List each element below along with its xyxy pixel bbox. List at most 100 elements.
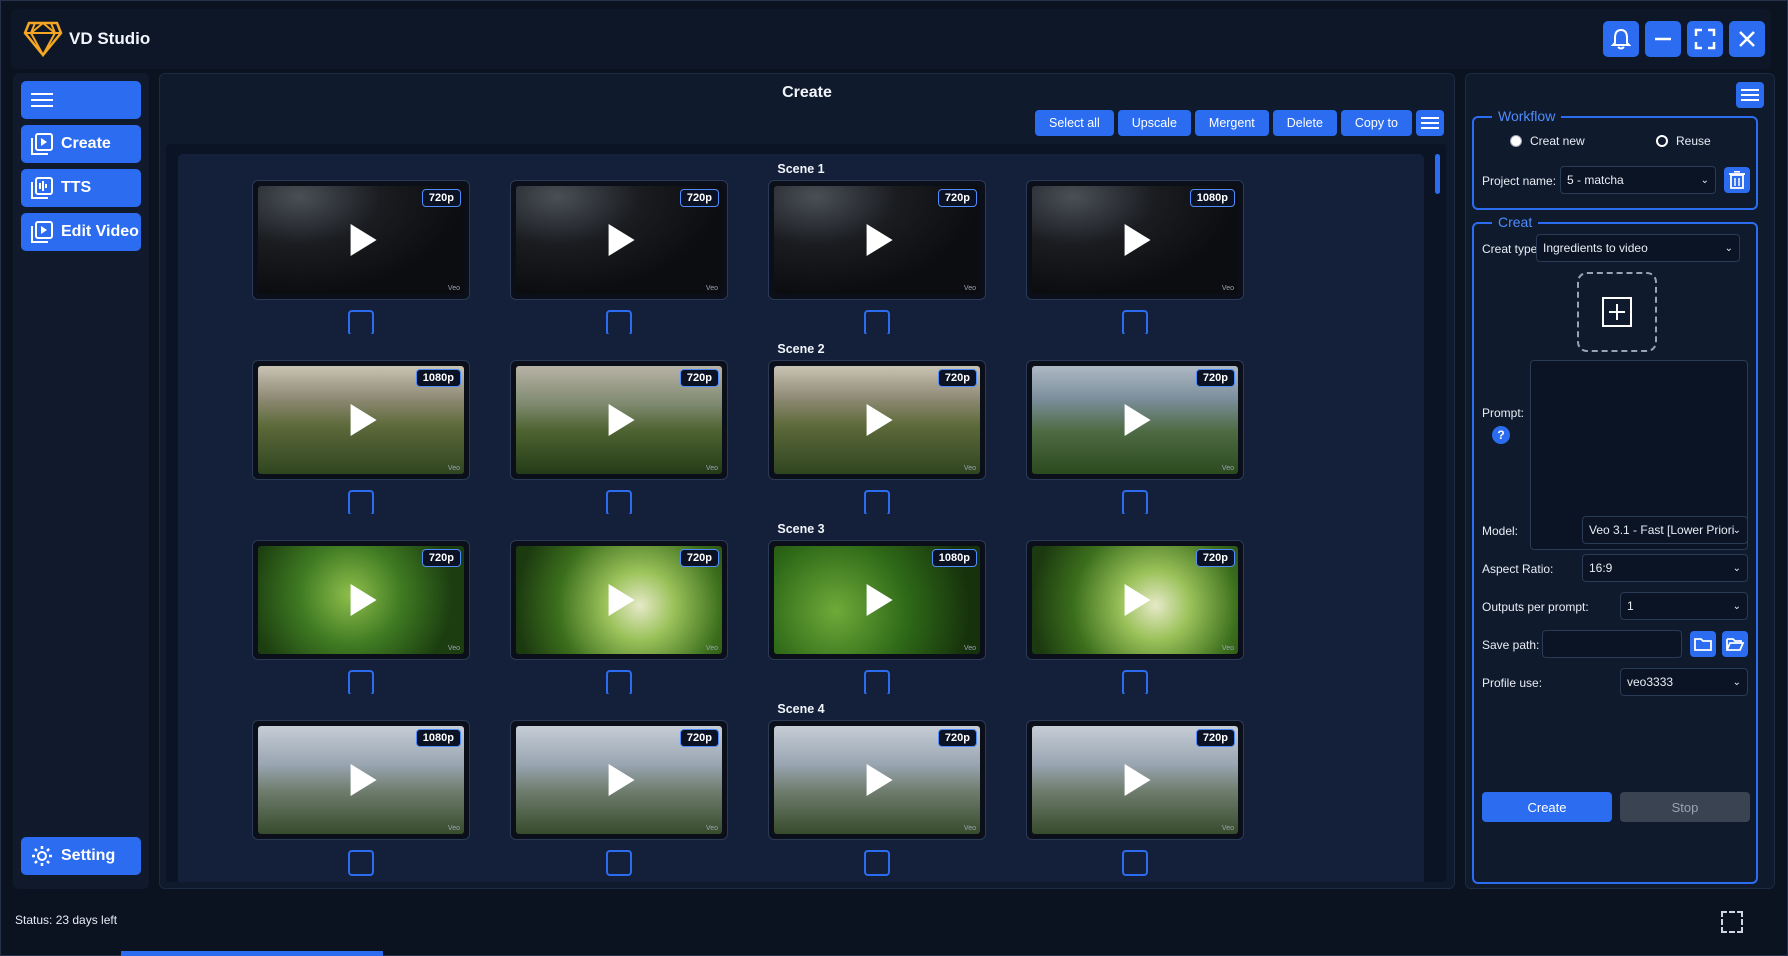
chevron-down-icon: ⌄ — [1732, 601, 1741, 612]
scene-card: Scene 4 1080p Veo 720p Veo 720p Veo 720p Veo — [178, 694, 1424, 882]
save-path-input[interactable] — [1542, 630, 1682, 658]
fullscreen-button[interactable] — [1687, 21, 1723, 57]
play-icon[interactable] — [608, 404, 635, 436]
select-checkbox[interactable] — [1122, 310, 1148, 336]
add-ingredient-button[interactable] — [1577, 272, 1657, 352]
video-thumbnail[interactable]: 720p Veo — [510, 360, 728, 480]
play-icon[interactable] — [1124, 584, 1151, 616]
video-thumbnail[interactable]: 720p Veo — [1026, 720, 1244, 840]
play-icon[interactable] — [1124, 404, 1151, 436]
scene-list[interactable]: Scene 1 720p Veo 720p Veo 720p Veo 1080p Veo Scen… — [166, 144, 1446, 882]
resolution-badge: 720p — [937, 189, 977, 207]
delete-button[interactable]: Delete — [1272, 110, 1337, 136]
play-icon[interactable] — [608, 584, 635, 616]
play-icon[interactable] — [1124, 764, 1151, 796]
video-thumbnail[interactable]: 720p Veo — [1026, 540, 1244, 660]
status-text: Status: 23 days left — [15, 913, 118, 927]
video-thumbnail[interactable]: 720p Veo — [768, 360, 986, 480]
sidebar-item-create[interactable]: Create — [21, 125, 141, 163]
copy-to-button[interactable]: Copy to — [1340, 110, 1412, 136]
play-icon[interactable] — [866, 224, 893, 256]
resolution-badge: 720p — [421, 189, 461, 207]
panel-menu-button[interactable] — [1736, 82, 1764, 108]
video-preview: 720p Veo — [774, 726, 980, 834]
play-icon[interactable] — [866, 584, 893, 616]
play-icon[interactable] — [1124, 224, 1151, 256]
close-button[interactable] — [1729, 21, 1765, 57]
sidebar-menu-button[interactable] — [21, 81, 141, 119]
outputs-select[interactable]: 1 ⌄ — [1620, 592, 1748, 620]
browse-folder-button[interactable] — [1690, 631, 1716, 657]
select-checkbox[interactable] — [864, 670, 890, 696]
open-folder-button[interactable] — [1722, 631, 1748, 657]
play-icon[interactable] — [608, 224, 635, 256]
select-checkbox[interactable] — [348, 850, 374, 876]
video-thumbnail[interactable]: 720p Veo — [510, 720, 728, 840]
setting-button[interactable]: Setting — [21, 837, 141, 875]
radio-reuse[interactable]: Reuse — [1656, 134, 1711, 148]
watermark: Veo — [705, 645, 718, 652]
video-thumbnail[interactable]: 720p Veo — [768, 720, 986, 840]
delete-project-button[interactable] — [1724, 167, 1750, 193]
select-checkbox[interactable] — [864, 490, 890, 516]
minimize-button[interactable] — [1645, 21, 1681, 57]
upscale-button[interactable]: Upscale — [1117, 110, 1191, 136]
select-checkbox[interactable] — [348, 490, 374, 516]
stop-button[interactable]: Stop — [1620, 792, 1750, 822]
video-thumbnail[interactable]: 720p Veo — [252, 540, 470, 660]
select-checkbox[interactable] — [864, 850, 890, 876]
play-icon[interactable] — [350, 404, 377, 436]
select-checkbox[interactable] — [348, 670, 374, 696]
play-icon[interactable] — [866, 764, 893, 796]
select-checkbox[interactable] — [606, 310, 632, 336]
create-button[interactable]: Create — [1482, 792, 1612, 822]
scrollbar-thumb[interactable] — [1435, 154, 1440, 194]
video-thumbnail[interactable]: 1080p Veo — [252, 360, 470, 480]
video-thumbnail[interactable]: 720p Veo — [510, 540, 728, 660]
screenshot-region-icon[interactable] — [1721, 911, 1743, 933]
video-thumbnail[interactable]: 1080p Veo — [768, 540, 986, 660]
aspect-ratio-select[interactable]: 16:9 ⌄ — [1582, 554, 1748, 582]
select-checkbox[interactable] — [1122, 850, 1148, 876]
watermark: Veo — [1221, 645, 1234, 652]
resolution-badge: 720p — [679, 549, 719, 567]
model-value: Veo 3.1 - Fast [Lower Priori — [1589, 523, 1735, 537]
radio-creat-new[interactable]: Creat new — [1510, 134, 1585, 148]
sidebar-item-tts[interactable]: TTS — [21, 169, 141, 207]
select-checkbox[interactable] — [864, 310, 890, 336]
sidebar-item-edit-video[interactable]: Edit Video — [21, 213, 141, 251]
video-thumbnail[interactable]: 720p Veo — [252, 180, 470, 300]
resolution-badge: 720p — [1195, 549, 1235, 567]
play-icon[interactable] — [350, 584, 377, 616]
play-icon[interactable] — [866, 404, 893, 436]
notification-button[interactable] — [1603, 21, 1639, 57]
video-thumbnail[interactable]: 1080p Veo — [1026, 180, 1244, 300]
chevron-down-icon: ⌄ — [1732, 525, 1741, 536]
mergent-button[interactable]: Mergent — [1194, 110, 1269, 136]
help-icon[interactable]: ? — [1492, 426, 1510, 444]
creat-type-label: Creat type: — [1482, 242, 1541, 256]
profile-select[interactable]: veo3333 ⌄ — [1620, 668, 1748, 696]
video-thumbnail[interactable]: 720p Veo — [510, 180, 728, 300]
select-checkbox[interactable] — [606, 670, 632, 696]
select-checkbox[interactable] — [1122, 490, 1148, 516]
workflow-group: Workflow Creat new Reuse Project name: 5… — [1472, 108, 1758, 210]
creat-type-select[interactable]: Ingredients to video ⌄ — [1536, 234, 1740, 262]
select-checkbox[interactable] — [606, 850, 632, 876]
select-checkbox[interactable] — [348, 310, 374, 336]
bell-icon — [1611, 28, 1631, 50]
play-icon[interactable] — [350, 224, 377, 256]
select-checkbox[interactable] — [1122, 670, 1148, 696]
project-name-select[interactable]: 5 - matcha ⌄ — [1560, 166, 1716, 194]
model-select[interactable]: Veo 3.1 - Fast [Lower Priori ⌄ — [1582, 516, 1748, 544]
select-all-button[interactable]: Select all — [1035, 110, 1114, 136]
video-thumbnail[interactable]: 720p Veo — [768, 180, 986, 300]
toolbar-menu-button[interactable] — [1416, 110, 1444, 136]
select-checkbox[interactable] — [606, 490, 632, 516]
fullscreen-icon — [1694, 28, 1716, 50]
video-thumbnail[interactable]: 1080p Veo — [252, 720, 470, 840]
play-icon[interactable] — [608, 764, 635, 796]
hamburger-icon — [1421, 117, 1439, 129]
video-thumbnail[interactable]: 720p Veo — [1026, 360, 1244, 480]
play-icon[interactable] — [350, 764, 377, 796]
